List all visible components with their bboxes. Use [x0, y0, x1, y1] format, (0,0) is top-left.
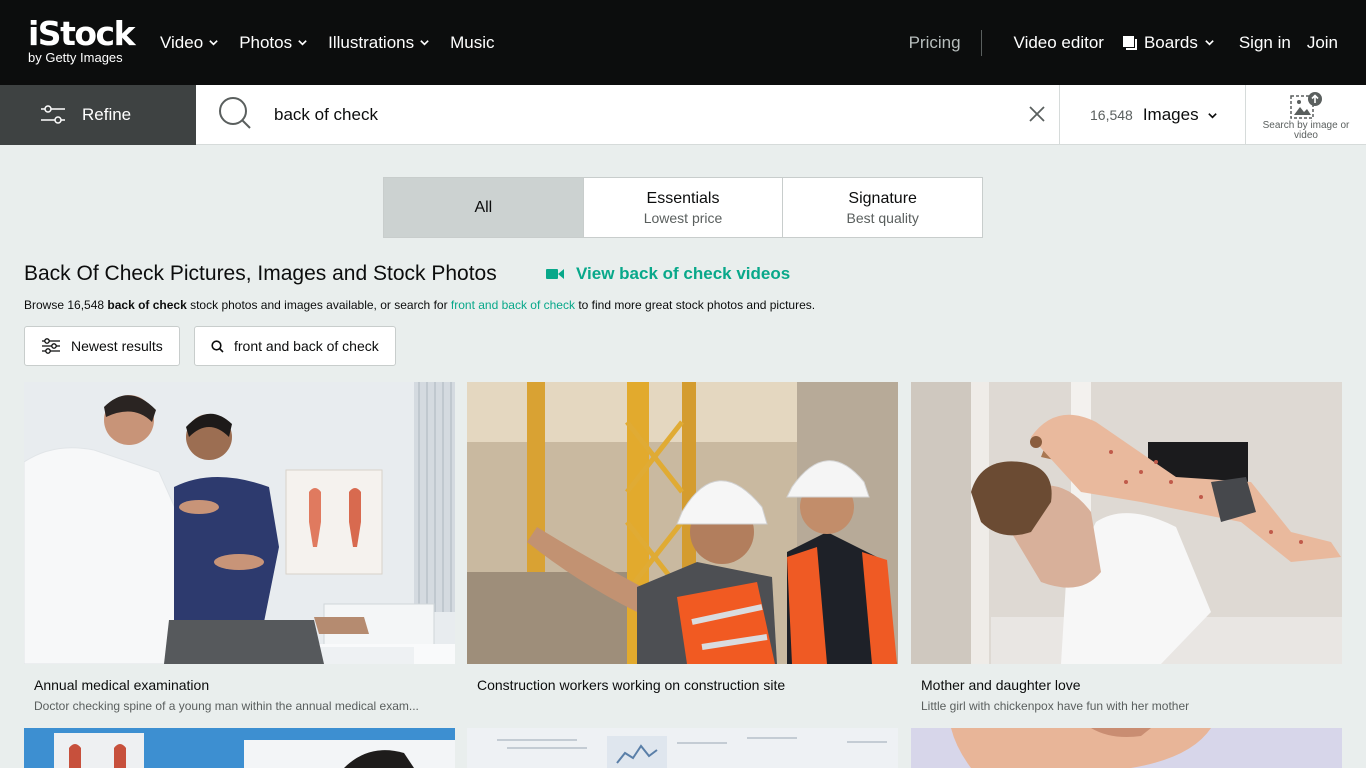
result-image[interactable]	[24, 728, 455, 768]
video-editor-link[interactable]: Video editor	[1014, 33, 1104, 53]
result-description: Doctor checking spine of a young man wit…	[34, 699, 419, 713]
nav-divider	[980, 29, 982, 56]
logo-tagline: by Getty Images	[28, 50, 123, 65]
account-nav: Pricing Video editor Boards Sign in Join	[909, 0, 1338, 85]
boards-icon	[1122, 35, 1137, 50]
join-link[interactable]: Join	[1307, 33, 1338, 53]
nav-item-label: Video	[160, 32, 204, 52]
primary-nav: Video Photos Illustrations Music	[160, 0, 495, 85]
tab-title: Essentials	[646, 189, 720, 207]
medical-exam-photo	[24, 382, 455, 664]
newest-results-label: Newest results	[71, 338, 163, 354]
result-thumbnail	[24, 728, 455, 768]
related-search-label: front and back of check	[234, 338, 379, 354]
nav-item-photos[interactable]: Photos	[239, 33, 308, 53]
view-videos-label: View back of check videos	[576, 264, 791, 283]
result-thumbnail	[467, 728, 898, 768]
newest-results-button[interactable]: Newest results	[24, 326, 180, 366]
result-image[interactable]	[24, 382, 455, 664]
result-title: Construction workers working on construc…	[477, 677, 786, 693]
media-type-label: Images	[1143, 105, 1218, 125]
media-type-select[interactable]: 16,548 Images	[1090, 85, 1218, 145]
boards-label: Boards	[1143, 32, 1198, 52]
tab-all[interactable]: All	[384, 178, 584, 237]
search-icon	[219, 97, 251, 129]
related-search-chip[interactable]: front and back of check	[194, 326, 396, 366]
tab-signature[interactable]: Signature Best quality	[783, 178, 983, 237]
sliders-icon	[41, 105, 65, 124]
image-upload-icon	[1290, 92, 1322, 119]
video-camera-icon	[546, 269, 564, 279]
search-by-image-label: Search by image or video	[1262, 120, 1350, 141]
boards-menu[interactable]: Boards	[1122, 33, 1215, 53]
tab-essentials[interactable]: Essentials Lowest price	[583, 178, 784, 237]
sliders-icon	[42, 338, 60, 354]
related-search-link[interactable]: front and back of check	[451, 298, 575, 312]
nav-item-music[interactable]: Music	[450, 33, 494, 53]
browse-description: Browse 16,548 back of check stock photos…	[24, 298, 815, 312]
chevron-down-icon	[1205, 40, 1214, 46]
istock-logo[interactable]: iStock by Getty Images	[28, 17, 138, 69]
view-videos-link[interactable]: View back of check videos	[546, 264, 790, 284]
result-image[interactable]	[467, 382, 898, 664]
browse-term: back of check	[107, 298, 187, 312]
logo-wordmark: iStock	[28, 14, 136, 53]
result-title: Annual medical examination	[34, 677, 210, 693]
tab-subtitle: Lowest price	[643, 209, 723, 226]
result-image[interactable]	[467, 728, 898, 768]
result-card[interactable]: Annual medical examination Doctor checki…	[24, 382, 455, 713]
license-tabs: All Essentials Lowest price Signature Be…	[383, 177, 983, 238]
tab-subtitle: Best quality	[846, 209, 919, 226]
search-by-image-button[interactable]: Search by image or video	[1246, 85, 1366, 145]
result-description: Little girl with chickenpox have fun wit…	[921, 699, 1190, 713]
result-image[interactable]	[911, 382, 1342, 664]
search-divider	[1059, 85, 1060, 145]
close-icon[interactable]	[1028, 105, 1046, 123]
nav-item-illustrations[interactable]: Illustrations	[328, 33, 430, 53]
browse-prefix: Browse 16,548	[24, 298, 108, 312]
search-bar: Refine 16,548 Images Search by image or …	[0, 85, 1366, 145]
browse-suffix: to find more great stock photos and pict…	[574, 298, 816, 312]
media-type-value: Images	[1142, 105, 1199, 124]
pricing-link[interactable]: Pricing	[909, 33, 961, 53]
browse-mid: stock photos and images available, or se…	[186, 298, 451, 312]
sign-in-link[interactable]: Sign in	[1239, 33, 1291, 53]
nav-item-label: Music	[450, 32, 495, 52]
result-card[interactable]: Construction workers working on construc…	[467, 382, 898, 699]
tab-title: Signature	[848, 189, 917, 207]
construction-workers-photo	[467, 382, 898, 664]
mother-daughter-photo	[911, 382, 1342, 664]
nav-item-video[interactable]: Video	[160, 33, 219, 53]
chevron-down-icon	[298, 40, 307, 46]
chevron-down-icon	[420, 40, 429, 46]
chevron-down-icon	[209, 40, 218, 46]
page-title: Back Of Check Pictures, Images and Stock…	[24, 262, 497, 285]
refine-button[interactable]: Refine	[0, 85, 196, 145]
search-icon	[211, 339, 224, 353]
result-card[interactable]: Mother and daughter love Little girl wit…	[911, 382, 1342, 713]
tab-title: All	[474, 198, 493, 216]
result-title: Mother and daughter love	[921, 677, 1081, 693]
nav-item-label: Illustrations	[328, 32, 415, 52]
search-input[interactable]	[274, 103, 994, 127]
chevron-down-icon	[1207, 112, 1217, 119]
result-image[interactable]	[911, 728, 1342, 768]
top-navigation: iStock by Getty Images Video Photos Illu…	[0, 0, 1366, 85]
nav-item-label: Photos	[239, 32, 293, 52]
result-thumbnail	[911, 728, 1342, 768]
result-count: 16,548	[1090, 107, 1133, 123]
refine-label: Refine	[82, 105, 132, 124]
